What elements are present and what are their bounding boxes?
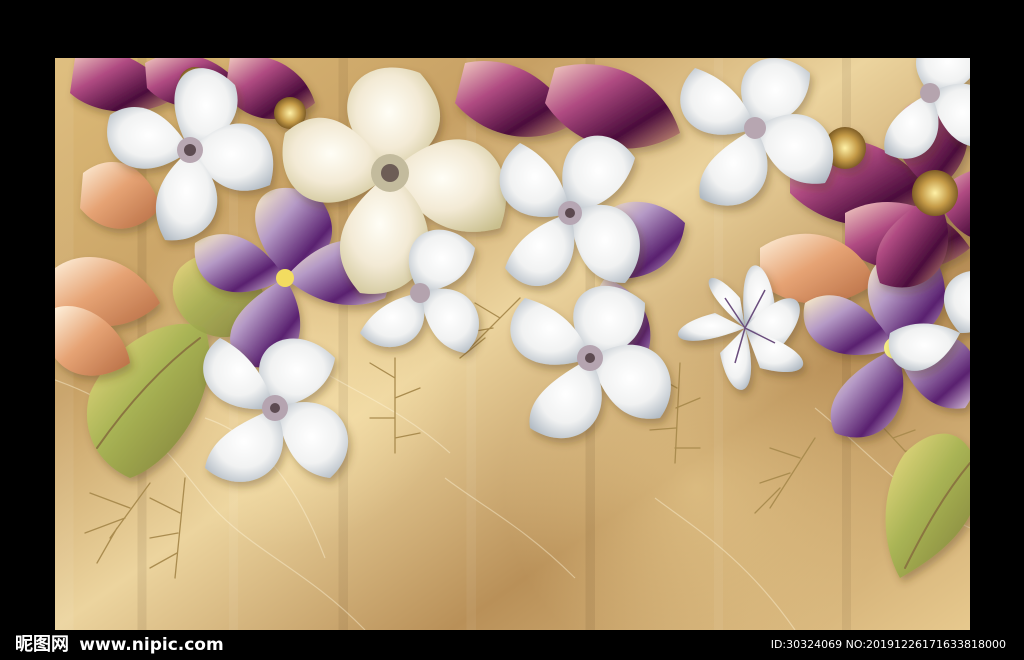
brand-watermark: 昵图网: [15, 634, 69, 655]
white-flower-lower-center: [510, 285, 671, 439]
site-watermark: 昵图网 www.nipic.com: [15, 630, 224, 660]
image-id-watermark: ID:30324069 NO:20191226171633818000: [770, 638, 1006, 651]
site-url-watermark: www.nipic.com: [79, 635, 224, 655]
white-flower-lower-left: [203, 338, 349, 482]
image-canvas: 昵图网 www.nipic.com ID:30324069 NO:2019122…: [0, 0, 1024, 660]
white-flower-upper-right: [680, 58, 834, 206]
white-flower-center: [499, 135, 640, 287]
floral-illustration: [55, 58, 970, 630]
floral-wallpaper-artwork: [55, 58, 970, 630]
fern-branches: [84, 297, 931, 579]
